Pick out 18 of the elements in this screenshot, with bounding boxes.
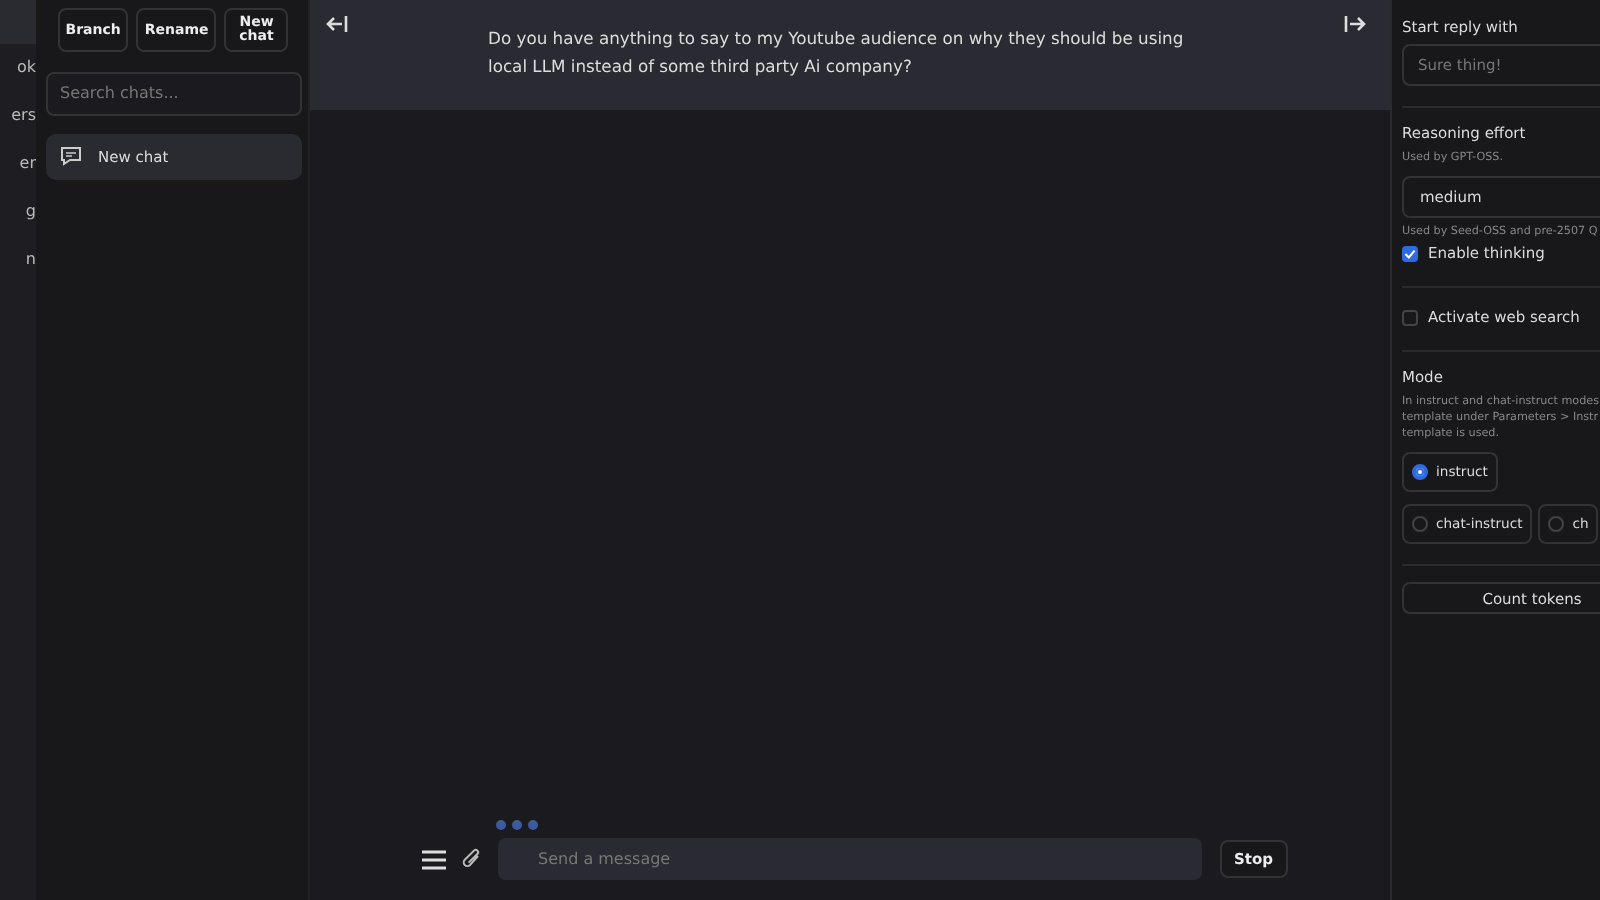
checkbox[interactable] [1402, 309, 1418, 325]
message-field[interactable]: Send a message [498, 838, 1202, 880]
nav-item[interactable]: g [0, 188, 36, 236]
paperclip-icon[interactable] [462, 848, 482, 870]
nav-item[interactable]: ers [0, 92, 36, 140]
chat-bubble-icon [60, 146, 82, 166]
nav-item[interactable]: n [0, 236, 36, 284]
nav-item[interactable]: er [0, 140, 36, 188]
collapse-left-icon[interactable] [326, 14, 348, 34]
menu-icon[interactable] [422, 849, 446, 869]
nav-item[interactable]: ok [0, 44, 36, 92]
user-message: Do you have anything to say to my Youtube audience on why they should be using local LLM instead of some third party Ai company? [488, 26, 1186, 80]
radio-button[interactable] [1412, 516, 1428, 532]
search-field[interactable]: Search chats... [46, 71, 302, 115]
checkbox[interactable] [1402, 245, 1418, 261]
collapse-right-icon[interactable] [1344, 14, 1366, 34]
radio-button[interactable] [1548, 516, 1565, 532]
radio-button[interactable] [1412, 464, 1428, 480]
